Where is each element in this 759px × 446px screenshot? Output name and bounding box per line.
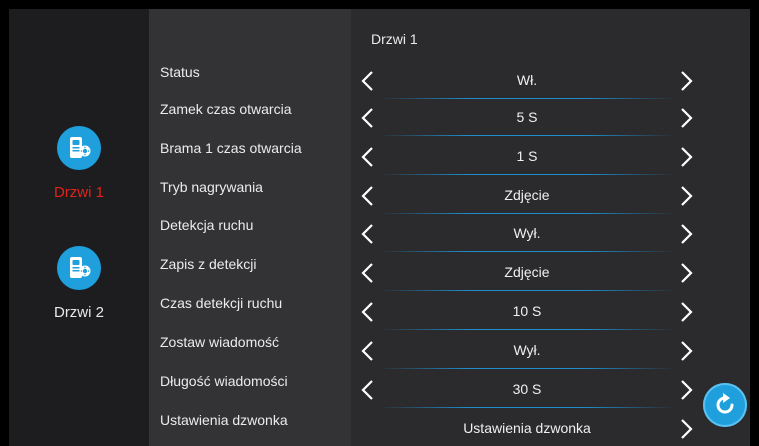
setting-selector-motion-time: 10 S — [357, 297, 697, 330]
setting-label-motion-detection: Detekcja ruchu — [160, 217, 254, 233]
value-underline — [379, 407, 675, 408]
setting-value: 5 S — [516, 109, 538, 125]
setting-selector-lock-time: 5 S — [357, 103, 697, 136]
value-underline — [379, 368, 675, 369]
value-underline — [379, 98, 675, 99]
door-station-settings-icon — [57, 246, 101, 290]
sidebar-item-label: Drzwi 1 — [53, 184, 104, 201]
refresh-button[interactable] — [703, 383, 747, 427]
setting-selector-motion-detection: Wył. — [357, 219, 697, 252]
setting-selector-record-mode: Zdjęcie — [357, 181, 697, 214]
value-underline — [379, 329, 675, 330]
chevron-right-icon[interactable] — [677, 68, 697, 94]
setting-value: 30 S — [512, 381, 542, 397]
setting-value: Wł. — [516, 72, 538, 88]
sidebar: Drzwi 1 Drzwi 2 — [9, 9, 149, 446]
setting-value: 1 S — [516, 148, 538, 164]
sidebar-item-drzwi-1[interactable]: Drzwi 1 — [9, 126, 149, 201]
value-underline — [379, 213, 675, 214]
setting-value: Zdjęcie — [504, 187, 550, 203]
value-underline — [379, 135, 675, 136]
chevron-right-icon[interactable] — [677, 260, 697, 286]
setting-value: Zdjęcie — [504, 264, 550, 280]
setting-selector-leave-message: Wył. — [357, 336, 697, 369]
chevron-right-icon[interactable] — [677, 105, 697, 131]
chevron-right-icon[interactable] — [677, 183, 697, 209]
setting-label-gate-time: Brama 1 czas otwarcia — [160, 140, 302, 156]
setting-value: Wył. — [513, 342, 541, 358]
settings-panel: Drzwi 1 Status Wł. Zamek czas otwarcia 5… — [149, 9, 750, 446]
chevron-right-icon[interactable] — [677, 338, 697, 364]
value-underline — [379, 251, 675, 252]
setting-label-message-length: Długość wiadomości — [160, 373, 288, 389]
setting-selector-status: Wł. — [357, 66, 697, 99]
setting-label-status: Status — [160, 64, 200, 80]
value-underline — [379, 174, 675, 175]
setting-label-leave-message: Zostaw wiadomość — [160, 334, 280, 350]
setting-label-record-mode: Tryb nagrywania — [160, 179, 263, 195]
setting-label-lock-time: Zamek czas otwarcia — [160, 101, 292, 117]
chevron-right-icon[interactable] — [677, 416, 697, 442]
door-station-settings-icon — [57, 126, 101, 170]
chevron-right-icon[interactable] — [677, 377, 697, 403]
value-underline — [379, 290, 675, 291]
setting-value: 10 S — [512, 303, 542, 319]
setting-label-motion-time: Czas detekcji ruchu — [160, 295, 283, 311]
sidebar-item-drzwi-2[interactable]: Drzwi 2 — [9, 246, 149, 321]
setting-label-ringtone: Ustawienia dzwonka — [160, 412, 288, 428]
refresh-icon — [716, 393, 734, 414]
setting-value: Wył. — [513, 225, 541, 241]
chevron-right-icon[interactable] — [677, 299, 697, 325]
chevron-right-icon[interactable] — [677, 221, 697, 247]
page-title: Drzwi 1 — [371, 31, 418, 47]
setting-selector-message-length: 30 S — [357, 375, 697, 408]
setting-selector-ringtone[interactable]: Ustawienia dzwonka — [357, 414, 697, 444]
setting-label-detection-record: Zapis z detekcji — [160, 256, 257, 272]
setting-selector-gate-time: 1 S — [357, 142, 697, 175]
setting-selector-detection-record: Zdjęcie — [357, 258, 697, 291]
setting-value: Ustawienia dzwonka — [463, 420, 591, 436]
sidebar-item-label: Drzwi 2 — [53, 304, 104, 321]
chevron-right-icon[interactable] — [677, 144, 697, 170]
